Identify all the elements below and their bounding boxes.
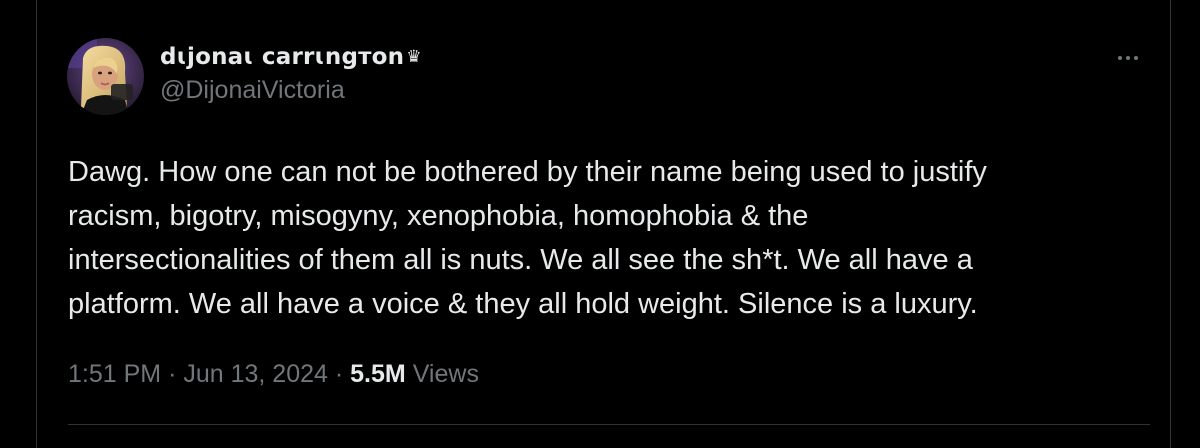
- tweet-text-line: platform. We all have a voice & they all…: [68, 288, 978, 320]
- author-block: dɩjonaɩ carrɩngтon ♛ @DijonaiVictoria: [160, 42, 422, 106]
- views-label: Views: [412, 360, 479, 388]
- meta-separator: ·: [334, 360, 344, 388]
- column-border-left: [36, 0, 37, 448]
- tweet-timestamp[interactable]: 1:51 PM · Jun 13, 2024: [68, 360, 328, 388]
- divider: [68, 424, 1150, 425]
- avatar[interactable]: [67, 38, 144, 115]
- tweet-date: Jun 13, 2024: [183, 360, 328, 388]
- author-display-name[interactable]: dɩjonaɩ carrɩngтon ♛: [160, 42, 422, 72]
- tweet-views[interactable]: 5.5M Views: [350, 360, 479, 388]
- tweet-text: Dawg. How one can not be bothered by the…: [68, 150, 1158, 326]
- avatar-image: [67, 38, 144, 115]
- crown-icon: ♛: [406, 47, 422, 67]
- tweet-text-line: racism, bigotry, misogyny, xenophobia, h…: [68, 200, 809, 232]
- more-options-button[interactable]: [1108, 46, 1148, 70]
- tweet-time: 1:51 PM: [68, 360, 162, 388]
- author-handle[interactable]: @DijonaiVictoria: [160, 74, 422, 106]
- more-horizontal-icon: [1118, 56, 1122, 60]
- column-border-right: [1170, 0, 1171, 448]
- tweet-text-line: intersectionalities of them all is nuts.…: [68, 244, 973, 276]
- tweet-text-line: Dawg. How one can not be bothered by the…: [68, 156, 987, 188]
- more-horizontal-icon-dot-2: [1126, 56, 1130, 60]
- meta-separator: ·: [168, 360, 177, 388]
- author-display-name-text: dɩjonaɩ carrɩngтon: [160, 44, 405, 70]
- tweet-card: dɩjonaɩ carrɩngтon ♛ @DijonaiVictoria Daw…: [0, 0, 1200, 448]
- views-count: 5.5M: [350, 360, 406, 388]
- tweet-meta: 1:51 PM · Jun 13, 2024 · 5.5M Views: [68, 358, 479, 390]
- more-horizontal-icon-dot-3: [1134, 56, 1138, 60]
